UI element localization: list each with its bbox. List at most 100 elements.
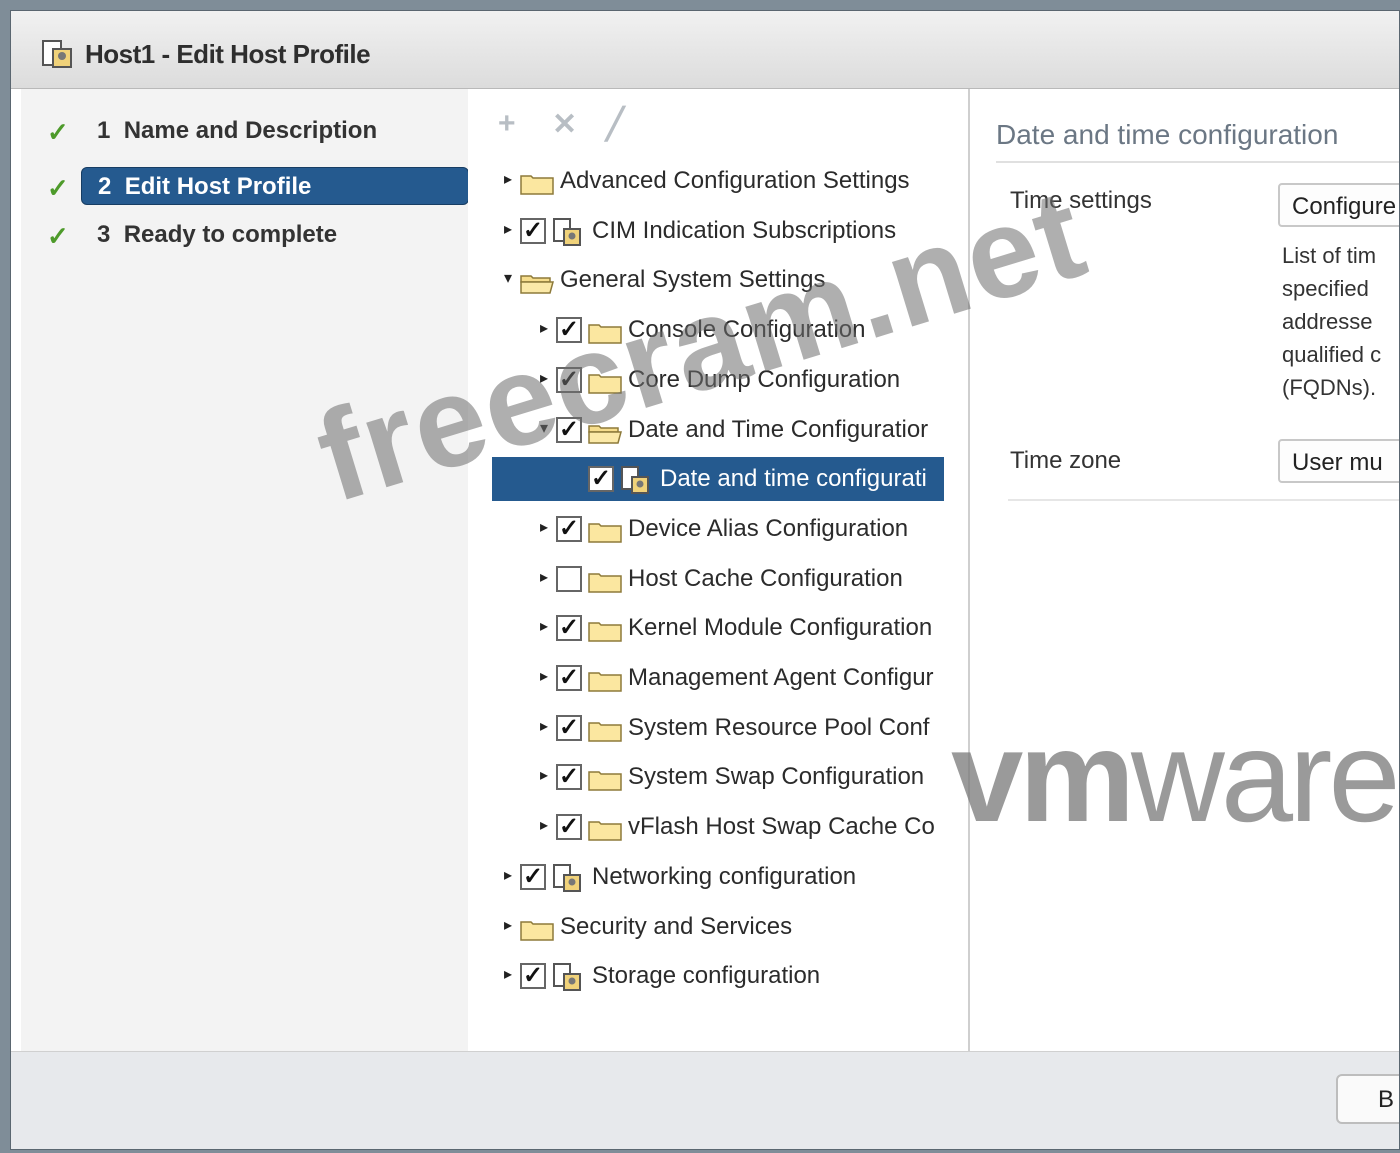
tree-item[interactable]: ▸ Host Cache Configuration [468,557,948,601]
host-profile-icon [553,217,581,246]
dialog-title: Host1 - Edit Host Profile [85,39,371,69]
tree-item[interactable]: ▸ ✓ Device Alias Configuration [468,507,948,551]
collapsed-arrow-icon[interactable]: ▸ [504,964,512,984]
tree-item[interactable]: ▸ Advanced Configuration Settings [468,159,948,203]
plus-icon[interactable]: + [498,107,516,141]
tree-item[interactable]: ▸ ✓ Networking configuration [468,855,948,899]
folder-icon [588,821,622,841]
collapsed-arrow-icon[interactable]: ▸ [540,517,548,537]
checkmark-icon: ✓ [47,173,69,203]
tree-item-label: Host Cache Configuration [628,564,903,592]
pencil-icon[interactable]: ╱ [606,107,624,142]
time-settings-label: Time settings [1010,187,1152,214]
open-folder-icon [588,424,622,444]
tree-item-label: Storage configuration [592,962,821,990]
step-label: 2 Edit Host Profile [81,167,469,205]
host-profile-icon [553,963,581,992]
tree-item-checkbox[interactable]: ✓ [556,665,582,691]
detail-separator [1008,499,1399,501]
folder-icon [588,324,622,344]
tree-item[interactable]: ▸ ✓ Console Configuration [468,308,948,352]
tree-item[interactable]: ▸ ✓ Kernel Module Configuration [468,606,948,650]
collapsed-arrow-icon[interactable]: ▸ [504,865,512,885]
tree-item-checkbox[interactable]: ✓ [556,764,582,791]
tree-item[interactable]: ▸ ✓ System Swap Configuration [468,755,948,799]
checkmark-icon: ✓ [47,221,69,251]
detail-title-rule [996,161,1399,163]
time-zone-label: Time zone [1010,447,1122,474]
tree-item-label: Date and time configurati [660,465,927,493]
tree-item-checkbox[interactable]: ✓ [520,963,546,990]
expanded-arrow-icon[interactable]: ▾ [504,268,512,288]
time-settings-dropdown[interactable]: Configure [1278,183,1399,227]
tree-item-checkbox[interactable]: ✓ [556,814,582,841]
tree-item[interactable]: ▸ Security and Services [468,905,948,949]
tree-item[interactable]: ▸ ✓ Management Agent Configur [468,656,948,700]
collapsed-arrow-icon[interactable]: ▸ [540,765,548,785]
tree-item-label: Kernel Module Configuration [628,614,933,642]
tree-item-label: vFlash Host Swap Cache Co [628,813,935,841]
tree-item[interactable]: ✓ Date and time configurati [492,457,944,502]
checkmark-icon: ✓ [47,117,69,147]
tree-item-checkbox[interactable]: ✓ [556,714,582,741]
step-name-and-description[interactable]: ✓ 1 Name and Description [21,109,468,149]
tree-item-label: Networking configuration [592,862,857,890]
dialog-footer: B [11,1051,1399,1149]
tree-item[interactable]: ▾ ✓ Date and Time Configuratior [468,408,948,452]
tree-item-checkbox[interactable]: ✓ [520,217,546,244]
collapsed-arrow-icon[interactable]: ▸ [540,318,548,338]
collapsed-arrow-icon[interactable]: ▸ [540,616,548,636]
tree-item[interactable]: ▸ ✓ Core Dump Configuration [468,358,948,402]
tree-item-label: General System Settings [560,266,826,294]
time-zone-dropdown[interactable]: User mu [1278,439,1399,483]
tree-item-checkbox[interactable]: ✓ [520,863,546,890]
host-profile-icon [553,863,581,892]
tree-item-checkbox[interactable]: ✓ [588,466,614,493]
collapsed-arrow-icon[interactable]: ▸ [540,368,548,388]
folder-icon [520,175,554,195]
tree-item-label: Console Configuration [628,316,866,344]
detail-pane: Date and time configuration Time setting… [970,89,1399,1051]
tree-item-label: Device Alias Configuration [628,514,909,542]
ntp-servers-description: List of tim specified addresse qualified… [1282,243,1382,400]
tree-item-label: System Resource Pool Conf [628,713,930,741]
collapsed-arrow-icon[interactable]: ▸ [540,567,548,587]
tree-item-checkbox[interactable]: ✓ [556,317,582,344]
tree-item-checkbox[interactable]: ✓ [556,515,582,542]
folder-icon [588,622,622,643]
tree-item[interactable]: ▸ ✓ vFlash Host Swap Cache Co [468,805,948,849]
tree-item[interactable]: ▾ General System Settings [468,258,948,302]
collapsed-arrow-icon[interactable]: ▸ [540,815,548,835]
step-edit-host-profile[interactable]: ✓ 2 Edit Host Profile [21,165,469,205]
host-profile-icon [41,39,75,74]
tree-item-label: Core Dump Configuration [628,365,901,393]
collapsed-arrow-icon[interactable]: ▸ [540,716,548,736]
folder-icon [588,672,622,692]
tree-item-checkbox[interactable]: ✓ [556,416,582,443]
folder-icon [588,721,622,742]
tree-item-checkbox[interactable] [556,565,582,592]
collapsed-arrow-icon[interactable]: ▸ [504,915,512,935]
x-icon[interactable]: ✕ [552,107,577,142]
tree-item-checkbox[interactable]: ✓ [556,366,582,393]
detail-title: Date and time configuration [996,119,1339,150]
step-label: 1 Name and Description [97,117,378,144]
collapsed-arrow-icon[interactable]: ▸ [504,219,512,239]
tree-item[interactable]: ▸ ✓ Storage configuration [468,954,948,998]
tree-item[interactable]: ▸ ✓ CIM Indication Subscriptions [468,209,948,253]
wizard-steps: ✓ 1 Name and Description ✓ 2 Edit Host P… [21,89,469,1051]
edit-host-profile-dialog: Host1 - Edit Host Profile ✓ 1 Name and D… [10,10,1400,1150]
tree-item[interactable]: ▸ ✓ System Resource Pool Conf [468,706,948,750]
title-bar: Host1 - Edit Host Profile [11,11,1399,89]
folder-icon [520,920,554,941]
collapsed-arrow-icon[interactable]: ▸ [504,169,512,189]
step-ready-to-complete[interactable]: ✓ 3 Ready to complete [21,213,468,253]
tree-item-checkbox[interactable]: ✓ [556,615,582,642]
tree-item-label: CIM Indication Subscriptions [592,216,897,244]
expanded-arrow-icon[interactable]: ▾ [540,418,548,438]
collapsed-arrow-icon[interactable]: ▸ [540,666,548,686]
tree-item-label: System Swap Configuration [628,763,925,791]
back-button[interactable]: B [1336,1074,1399,1124]
folder-icon [588,523,622,543]
step-label: 3 Ready to complete [97,221,338,248]
